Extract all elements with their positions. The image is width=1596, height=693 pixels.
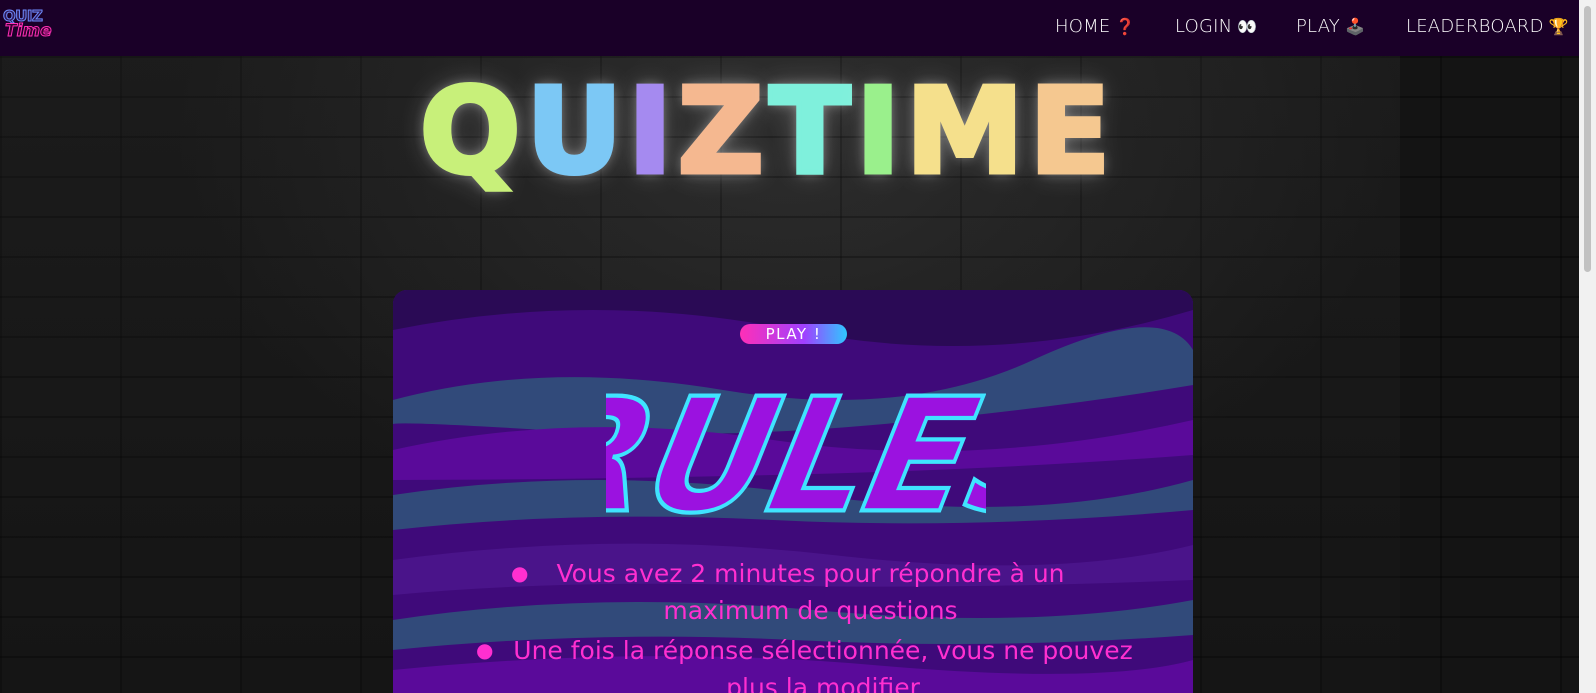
eyes-icon: 👀	[1237, 17, 1258, 36]
rules-list: ● Vous avez 2 minutes pour répondre à un…	[393, 555, 1193, 693]
navbar: QUIZ Time HOME ❓ LOGIN 👀 PLAY 🕹️ LEADERBOAR…	[0, 0, 1579, 56]
nav-leaderboard-link[interactable]: LEADERBOARD 🏆	[1406, 16, 1569, 37]
bullet-icon: ●	[476, 638, 494, 662]
rule-item: ● Une fois la réponse sélectionnée, vous…	[433, 632, 1153, 693]
bullet-icon: ●	[511, 561, 529, 585]
nav-home-link[interactable]: HOME ❓	[1055, 16, 1136, 37]
nav-leaderboard-label: LEADERBOARD	[1406, 16, 1544, 37]
title-letter: I	[854, 62, 907, 200]
nav-play-link[interactable]: PLAY 🕹️	[1296, 16, 1365, 37]
scrollbar[interactable]	[1579, 0, 1596, 693]
rules-card: PLAY ! RULES ● Vous avez 2 minutes pour …	[393, 290, 1193, 693]
title-letter: U	[524, 62, 629, 200]
logo-line2: Time	[5, 21, 53, 41]
nav-home-label: HOME	[1055, 16, 1111, 37]
title-letter: M	[904, 62, 1030, 200]
rule-text: Vous avez 2 minutes pour répondre à un m…	[556, 559, 1065, 625]
quiztime-logo[interactable]: QUIZ Time	[3, 8, 53, 43]
scrollbar-thumb[interactable]	[1584, 6, 1591, 272]
play-button[interactable]: PLAY !	[740, 324, 847, 344]
quiztime-neon-title: QUIZTIME	[417, 64, 1160, 199]
title-letter: T	[767, 62, 857, 200]
nav-login-link[interactable]: LOGIN 👀	[1175, 16, 1257, 37]
title-letter: Q	[417, 62, 527, 200]
title-letter: I	[626, 62, 679, 200]
question-icon: ❓	[1115, 17, 1136, 36]
rules-title-text: RULES	[606, 376, 986, 546]
rule-item: ● Vous avez 2 minutes pour répondre à un…	[433, 555, 1153, 629]
nav-login-label: LOGIN	[1175, 16, 1233, 37]
nav-play-label: PLAY	[1296, 16, 1341, 37]
rule-text: Une fois la réponse sélectionnée, vous n…	[513, 636, 1133, 693]
joystick-icon: 🕹️	[1345, 17, 1366, 36]
title-letter: Z	[676, 62, 770, 200]
title-letter: E	[1027, 62, 1117, 200]
rules-neon-title: RULES	[606, 376, 986, 546]
trophy-icon: 🏆	[1548, 17, 1569, 36]
